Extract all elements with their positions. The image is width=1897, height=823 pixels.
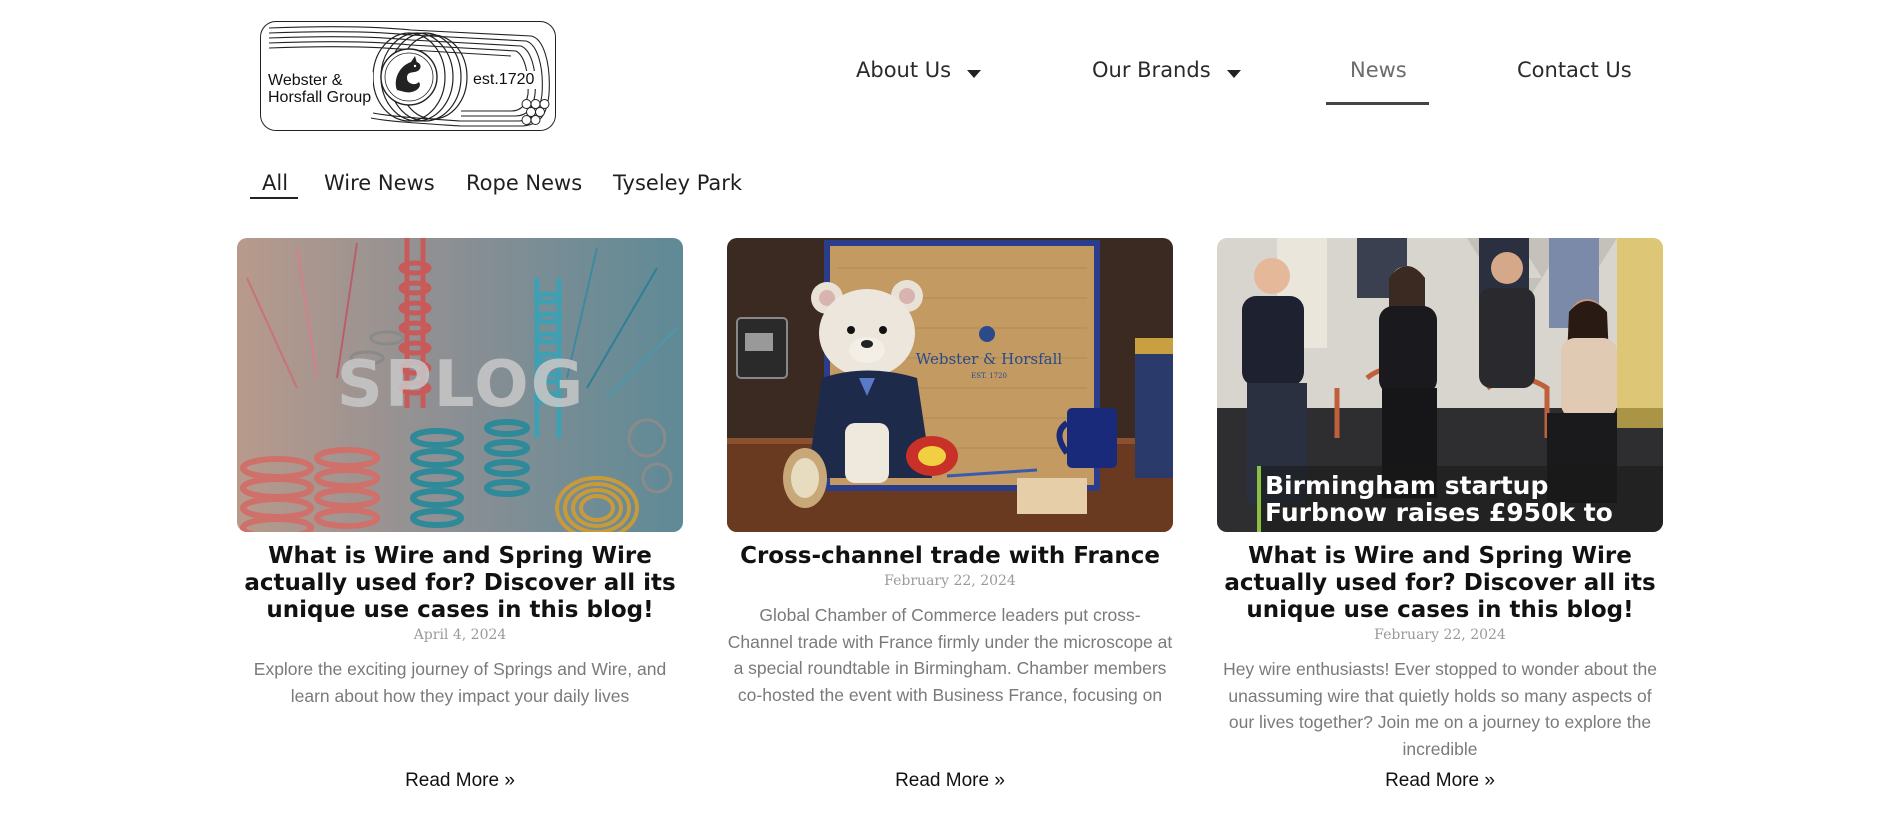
filter-tab-wire-news[interactable]: Wire News <box>324 171 435 195</box>
read-more-link[interactable]: Read More » <box>237 770 683 792</box>
caret-down-icon[interactable] <box>1226 70 1241 78</box>
bag-est-text: EST. 1720 <box>971 372 1007 380</box>
post-excerpt: Explore the exciting journey of Springs … <box>253 659 667 706</box>
nav-item-label: Contact Us <box>1517 58 1632 82</box>
nav-item-our-brands[interactable]: Our Brands <box>1092 58 1241 110</box>
filter-tab-tyseley-park[interactable]: Tyseley Park <box>613 171 742 195</box>
post-thumbnail[interactable]: Webster & Horsfall EST. 1720 <box>727 238 1173 532</box>
post-date: February 22, 2024 <box>1374 627 1506 643</box>
nav-item-about-us[interactable]: About Us <box>856 58 982 110</box>
nav-item-label: About Us <box>856 58 952 82</box>
nav-item-contact-us[interactable]: Contact Us <box>1517 58 1632 110</box>
splog-watermark-text: SPLOG <box>337 348 585 422</box>
filter-tab-all[interactable]: All <box>262 171 288 195</box>
category-filter-tabs: All Wire News Rope News Tyseley Park <box>0 171 1897 205</box>
teddy-bear-merchandise-image: Webster & Horsfall EST. 1720 <box>727 238 1173 532</box>
read-more-link[interactable]: Read More » <box>727 770 1173 792</box>
post-thumbnail[interactable]: Birmingham startup Furbnow raises £950k … <box>1217 238 1663 532</box>
team-photo-image: Birmingham startup Furbnow raises £950k … <box>1217 238 1663 532</box>
caret-down-icon[interactable] <box>967 70 982 78</box>
post-date: February 22, 2024 <box>884 573 1016 589</box>
active-filter-underline <box>250 197 298 199</box>
post-title[interactable]: What is Wire and Spring Wire actually us… <box>237 543 683 624</box>
bag-brand-text: Webster & Horsfall <box>916 350 1063 368</box>
nav-item-label: News <box>1350 58 1407 82</box>
nav-item-label: Our Brands <box>1092 58 1211 82</box>
filter-tab-rope-news[interactable]: Rope News <box>466 171 582 195</box>
active-nav-underline <box>1326 102 1429 105</box>
post-excerpt: Global Chamber of Commerce leaders put c… <box>727 605 1173 705</box>
post-date: April 4, 2024 <box>413 627 507 643</box>
post-card: SPLOG What is Wire and Spring Wire actua… <box>237 238 683 798</box>
main-navigation: About Us Our Brands News Contact Us <box>0 58 1897 110</box>
post-title[interactable]: Cross-channel trade with France <box>727 543 1173 570</box>
read-more-link[interactable]: Read More » <box>1217 770 1663 792</box>
springs-collage-image: SPLOG <box>237 238 683 532</box>
post-thumbnail[interactable]: SPLOG <box>237 238 683 532</box>
post-card: Webster & Horsfall EST. 1720 Cross-chann… <box>727 238 1173 798</box>
image-headline-overlay: Birmingham startup Furbnow raises £950k … <box>1265 472 1613 527</box>
post-excerpt: Hey wire enthusiasts! Ever stopped to wo… <box>1223 659 1657 759</box>
post-card: Birmingham startup Furbnow raises £950k … <box>1217 238 1663 798</box>
post-title[interactable]: What is Wire and Spring Wire actually us… <box>1217 543 1663 624</box>
